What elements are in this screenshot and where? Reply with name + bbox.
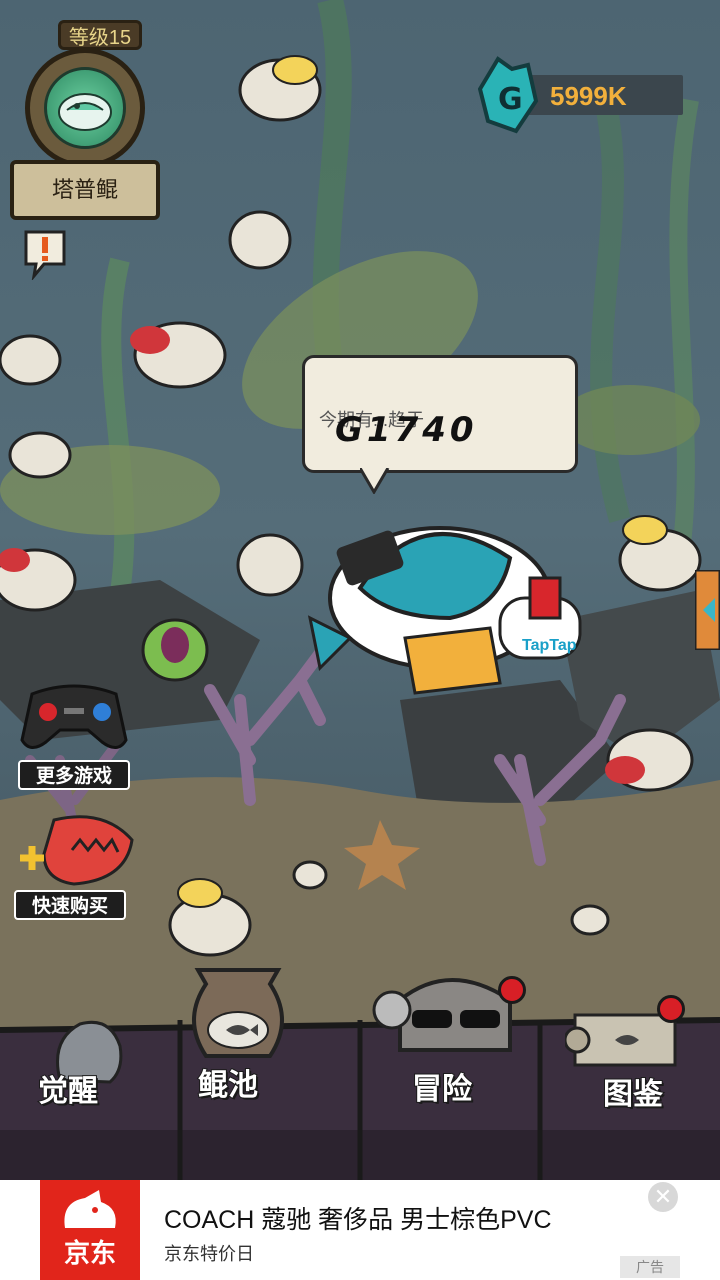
- nav-fishpool-label: 鲲池: [197, 1067, 259, 1104]
- avatar[interactable]: [44, 67, 126, 149]
- ad-subtitle: 京东特价日: [164, 1244, 254, 1264]
- level-badge[interactable]: 等级15 塔普鲲: [10, 20, 160, 220]
- red-monster-plus-icon: [20, 815, 134, 886]
- nav-adventure-label: 冒险: [411, 1071, 473, 1108]
- right-panel-tab-icon[interactable]: [695, 570, 720, 650]
- avatar-frame: [25, 48, 145, 168]
- more-games-label: 更多游戏: [18, 760, 130, 790]
- codex-notification-badge: [657, 995, 685, 1023]
- whale-avatar-icon: [58, 93, 112, 131]
- ad-title[interactable]: COACH 蔻驰 奢侈品 男士棕色PVC: [164, 1200, 552, 1236]
- speech-bubble: 今期有...趋于 G1740: [302, 355, 578, 473]
- taptap-brand: TapTap: [522, 637, 577, 654]
- more-games-button[interactable]: 更多游戏: [18, 680, 138, 790]
- crystal-g-icon: G: [478, 56, 539, 134]
- adventure-notification-badge: [498, 976, 526, 1004]
- ad-margin-right: [680, 1180, 720, 1280]
- player-name: 塔普鲲: [10, 160, 160, 220]
- quick-buy-button[interactable]: 快速购买: [14, 810, 134, 920]
- ad-close-button[interactable]: ✕: [648, 1182, 678, 1212]
- fishbowl-icon: [192, 968, 284, 1058]
- nav-codex-label: 图鉴: [602, 1076, 664, 1113]
- ad-banner[interactable]: 京东 COACH 蔻驰 奢侈品 男士棕色PVC 京东特价日 ✕ 广告: [40, 1180, 680, 1280]
- currency-display: G 5999K: [478, 55, 683, 135]
- nav-fishpool[interactable]: 鲲池: [170, 960, 310, 1170]
- jd-dog-icon: [64, 1190, 116, 1228]
- nav-codex[interactable]: 图鉴: [565, 995, 695, 1175]
- nav-adventure[interactable]: 冒险: [370, 960, 530, 1170]
- currency-value: 5999K: [550, 81, 627, 111]
- nav-awaken-label: 觉醒: [37, 1073, 99, 1110]
- ad-tag: 广告: [620, 1256, 680, 1278]
- quick-buy-label: 快速购买: [14, 890, 126, 920]
- nav-awaken[interactable]: 觉醒: [20, 1010, 160, 1170]
- speech-gold-value: G1740: [335, 410, 478, 450]
- bottom-nav: 觉醒 鲲池 冒险 图鉴: [0, 968, 720, 1180]
- mascot-whale[interactable]: TapTap: [300, 488, 600, 698]
- ad-margin-left: [0, 1180, 40, 1280]
- ad-logo: 京东: [40, 1180, 140, 1280]
- gamepad-icon: [20, 684, 128, 749]
- svg-text:G: G: [498, 82, 523, 117]
- alert-bubble-icon[interactable]: [22, 228, 68, 280]
- level-label: 等级15: [58, 20, 142, 50]
- game-scene: 等级15 塔普鲲 G 5999K 今期有...趋于 G1740 TapTap 更…: [0, 0, 720, 1180]
- ad-brand: 京东: [63, 1238, 116, 1268]
